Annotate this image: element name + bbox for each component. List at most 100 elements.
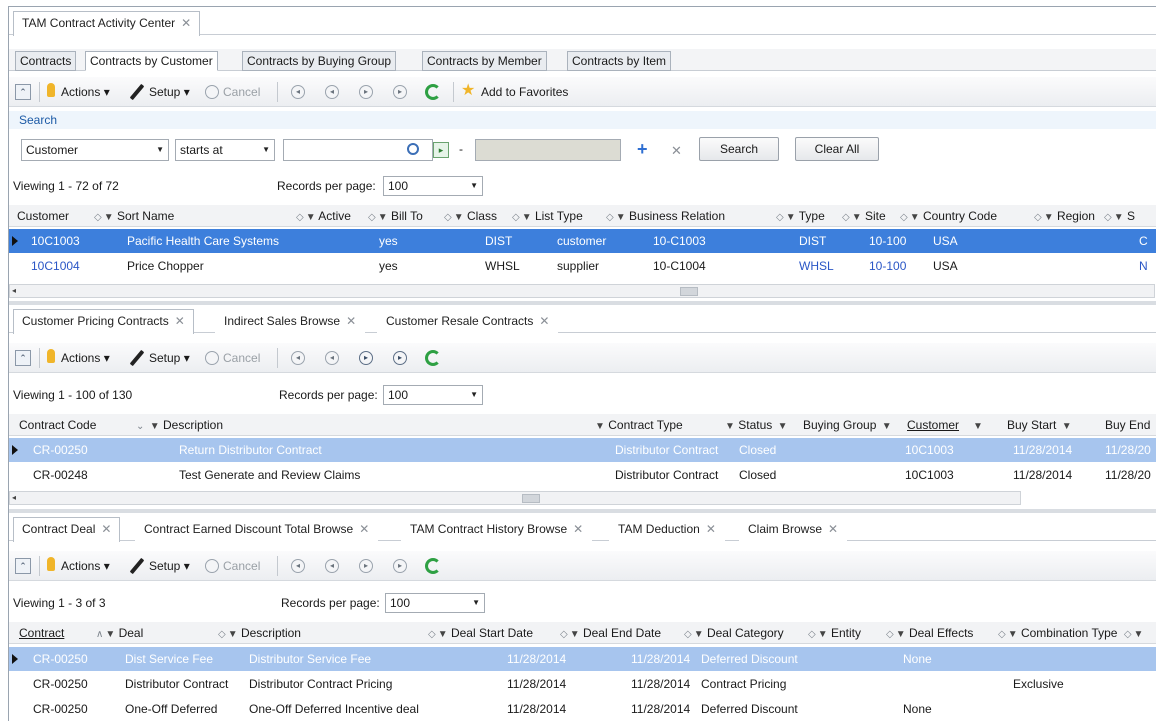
search-button[interactable]: Search xyxy=(699,137,779,161)
next-page-icon[interactable]: ▸ xyxy=(359,351,373,365)
column-buy-end[interactable]: Buy End xyxy=(1105,417,1150,433)
horizontal-scrollbar[interactable]: ◂ xyxy=(9,491,1021,505)
horizontal-scrollbar[interactable]: ◂ xyxy=(9,284,1155,298)
column-status[interactable]: ▼ Status ▼ xyxy=(723,417,788,435)
customer-filter-icon[interactable]: ▼ xyxy=(971,417,983,435)
next-page-icon[interactable]: ▸ xyxy=(359,85,373,99)
setup-menu[interactable]: Setup ▾ xyxy=(149,350,190,366)
table-row[interactable]: CR-00250 One-Off Deferred One-Off Deferr… xyxy=(9,697,1156,721)
column-business-relation[interactable]: ◇ ▼ Business Relation xyxy=(603,208,725,226)
column-contract-code[interactable]: Contract Code xyxy=(19,417,96,433)
column-deal-start-date[interactable]: ◇ ▼ Deal Start Date xyxy=(425,625,533,643)
close-icon[interactable]: ✕ xyxy=(706,522,716,536)
subtab-contracts-by-customer[interactable]: Contracts by Customer xyxy=(85,51,218,71)
clear-all-button[interactable]: Clear All xyxy=(795,137,879,161)
table-row[interactable]: CR-00250 Distributor Contract Distributo… xyxy=(9,672,1156,696)
tab-contract-deal[interactable]: Contract Deal ✕ xyxy=(13,517,121,542)
search-icon[interactable] xyxy=(407,143,419,155)
close-icon[interactable]: ✕ xyxy=(175,314,185,328)
close-icon[interactable]: ✕ xyxy=(539,314,549,328)
column-deal-category[interactable]: ◇ ▼ Deal Category xyxy=(681,625,784,643)
close-icon[interactable]: ✕ xyxy=(671,143,682,159)
actions-menu[interactable]: Actions ▾ xyxy=(61,350,110,366)
column-deal-effects[interactable]: ◇ ▼ Deal Effects xyxy=(883,625,973,643)
column-customer[interactable]: Customer xyxy=(907,417,959,433)
column-region[interactable]: ◇ ▼ Region xyxy=(1031,208,1095,226)
column-contract[interactable]: Contract xyxy=(19,625,64,641)
tab-customer-resale-contracts[interactable]: Customer Resale Contracts ✕ xyxy=(377,309,559,333)
search-input-to[interactable] xyxy=(475,139,621,161)
cell-customer[interactable]: 10C1003 xyxy=(31,233,80,249)
next-page-icon[interactable]: ▸ xyxy=(359,559,373,573)
star-icon[interactable]: ★ xyxy=(461,83,475,99)
tab-tam-deduction[interactable]: TAM Deduction ✕ xyxy=(609,517,725,541)
tab-tam-contract-activity-center[interactable]: TAM Contract Activity Center ✕ xyxy=(13,11,201,36)
prev-page-icon[interactable]: ◂ xyxy=(325,559,339,573)
subtab-contracts-by-buying-group[interactable]: Contracts by Buying Group xyxy=(242,51,397,71)
first-page-icon[interactable]: ◂ xyxy=(291,559,305,573)
close-icon[interactable]: ✕ xyxy=(828,522,838,536)
column-entity[interactable]: ◇ ▼ Entity xyxy=(805,625,861,643)
tab-indirect-sales-browse[interactable]: Indirect Sales Browse ✕ xyxy=(215,309,366,333)
close-icon[interactable]: ✕ xyxy=(573,522,583,536)
collapse-icon[interactable]: ⌃ xyxy=(15,84,31,100)
scroll-left-icon[interactable]: ◂ xyxy=(12,286,16,295)
setup-menu[interactable]: Setup ▾ xyxy=(149,558,190,574)
tab-tam-contract-history[interactable]: TAM Contract History Browse ✕ xyxy=(401,517,593,541)
column-extra[interactable]: ◇ ▼ S xyxy=(1101,208,1135,226)
cell-type[interactable]: WHSL xyxy=(799,258,834,274)
column-buy-start[interactable]: Buy Start ▼ xyxy=(1007,417,1072,435)
refresh-icon[interactable] xyxy=(425,558,441,574)
cell-site[interactable]: 10-100 xyxy=(869,233,906,249)
search-section-title[interactable]: Search xyxy=(9,111,1156,129)
last-page-icon[interactable]: ▸ xyxy=(393,559,407,573)
actions-menu[interactable]: Actions ▾ xyxy=(61,558,110,574)
column-customer[interactable]: Customer xyxy=(17,208,69,224)
cell-extra[interactable]: N xyxy=(1139,258,1148,274)
column-list-type[interactable]: ◇ ▼ List Type xyxy=(509,208,583,226)
last-page-icon[interactable]: ▸ xyxy=(393,85,407,99)
collapse-icon[interactable]: ⌃ xyxy=(15,350,31,366)
cell-customer[interactable]: 10C1004 xyxy=(31,258,80,274)
column-combination-type[interactable]: ◇ ▼ Combination Type ◇ ▼ xyxy=(995,625,1143,643)
refresh-icon[interactable] xyxy=(425,350,441,366)
table-row[interactable]: CR-00248 Test Generate and Review Claims… xyxy=(9,463,1156,487)
setup-menu[interactable]: Setup ▾ xyxy=(149,84,190,100)
column-bill-to[interactable]: ◇ ▼ Bill To xyxy=(365,208,423,226)
table-row[interactable]: CR-00250 Dist Service Fee Distributor Se… xyxy=(9,647,1156,671)
lookup-icon[interactable]: ▸ xyxy=(433,142,449,158)
first-page-icon[interactable]: ◂ xyxy=(291,351,305,365)
table-row[interactable]: 10C1003 Pacific Health Care Systems yes … xyxy=(9,229,1156,253)
column-country-code[interactable]: ◇ ▼ Country Code xyxy=(897,208,997,226)
subtab-contracts[interactable]: Contracts xyxy=(15,51,77,71)
last-page-icon[interactable]: ▸ xyxy=(393,351,407,365)
column-description[interactable]: ⌄ ▼ Description xyxy=(133,417,223,435)
column-site[interactable]: ◇ ▼ Site xyxy=(839,208,886,226)
plus-icon[interactable]: + xyxy=(637,140,648,158)
column-contract-type[interactable]: ▼ Contract Type xyxy=(593,417,683,435)
column-class[interactable]: ◇ ▼ Class xyxy=(441,208,497,226)
scrollbar-thumb[interactable] xyxy=(680,287,698,296)
cancel-button[interactable]: Cancel xyxy=(223,350,260,366)
scroll-left-icon[interactable]: ◂ xyxy=(12,493,16,502)
cell-type[interactable]: DIST xyxy=(799,233,826,249)
cell-site[interactable]: 10-100 xyxy=(869,258,906,274)
close-icon[interactable]: ✕ xyxy=(101,522,111,536)
tab-claim-browse[interactable]: Claim Browse ✕ xyxy=(739,517,848,541)
first-page-icon[interactable]: ◂ xyxy=(291,85,305,99)
prev-page-icon[interactable]: ◂ xyxy=(325,85,339,99)
column-buying-group[interactable]: Buying Group ▼ xyxy=(803,417,892,435)
add-to-favorites-button[interactable]: Add to Favorites xyxy=(481,84,568,100)
column-deal-end-date[interactable]: ◇ ▼ Deal End Date xyxy=(557,625,661,643)
collapse-icon[interactable]: ⌃ xyxy=(15,558,31,574)
tab-customer-pricing-contracts[interactable]: Customer Pricing Contracts ✕ xyxy=(13,309,194,334)
close-icon[interactable]: ✕ xyxy=(346,314,356,328)
close-icon[interactable]: ✕ xyxy=(359,522,369,536)
tab-contract-earned-discount[interactable]: Contract Earned Discount Total Browse ✕ xyxy=(135,517,379,541)
subtab-contracts-by-member[interactable]: Contracts by Member xyxy=(422,51,547,71)
close-icon[interactable]: ✕ xyxy=(181,16,191,30)
prev-page-icon[interactable]: ◂ xyxy=(325,351,339,365)
column-type[interactable]: ◇ ▼ Type xyxy=(773,208,825,226)
column-sort-name-sort[interactable]: ◇ ▼ Sort Name xyxy=(91,208,174,226)
column-description[interactable]: ◇ ▼ Description xyxy=(215,625,301,643)
